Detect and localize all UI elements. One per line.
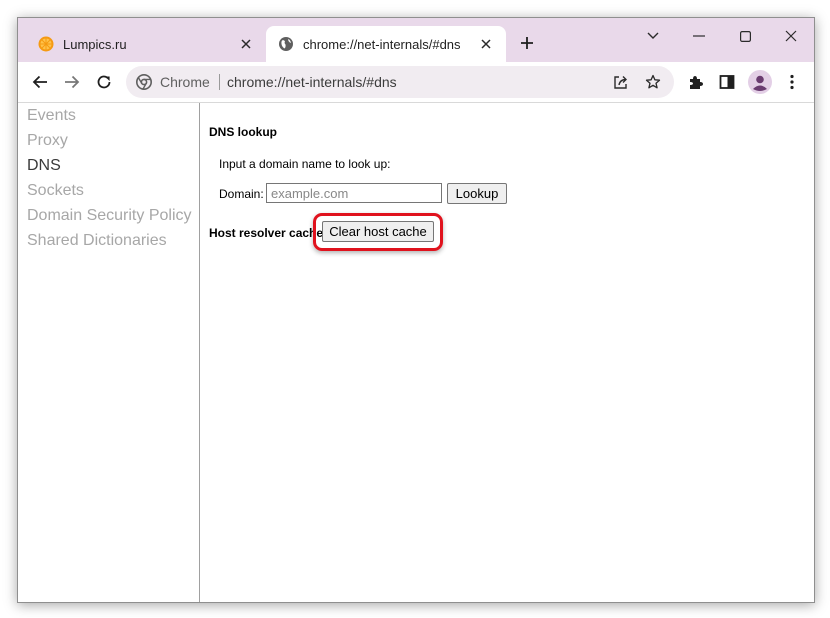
chrome-logo-icon: [136, 74, 152, 90]
net-internals-sidebar: Events Proxy DNS Sockets Domain Security…: [18, 103, 200, 602]
host-resolver-cache-heading: Host resolver cache: [209, 226, 324, 240]
sidebar-item-proxy[interactable]: Proxy: [27, 132, 68, 150]
address-bar[interactable]: Chrome chrome://net-internals/#dns: [126, 66, 674, 98]
lookup-prompt: Input a domain name to look up:: [219, 157, 391, 171]
sidebar-item-sockets[interactable]: Sockets: [27, 182, 84, 200]
domain-label: Domain:: [219, 187, 264, 201]
share-icon[interactable]: [612, 73, 630, 91]
tab-search-chevron-icon[interactable]: [630, 22, 676, 50]
close-tab-icon[interactable]: [476, 34, 496, 54]
close-tab-icon[interactable]: [236, 34, 256, 54]
extensions-puzzle-icon[interactable]: [682, 68, 710, 96]
url-text[interactable]: chrome://net-internals/#dns: [227, 74, 397, 90]
tab-title: Lumpics.ru: [63, 36, 127, 52]
menu-kebab-icon[interactable]: [778, 68, 806, 96]
forward-arrow-icon[interactable]: [58, 68, 86, 96]
omnibox-divider: [219, 74, 220, 90]
tab-lumpics[interactable]: Lumpics.ru: [26, 26, 266, 62]
domain-input[interactable]: [266, 183, 442, 203]
sidebar-item-events[interactable]: Events: [27, 107, 76, 125]
close-window-icon[interactable]: [768, 22, 814, 50]
sidebar-item-domain-security-policy[interactable]: Domain Security Policy: [27, 207, 192, 225]
profile-avatar-icon[interactable]: [746, 68, 774, 96]
bookmark-star-icon[interactable]: [644, 73, 662, 91]
browser-window: Lumpics.ru chrome://net-internals/#dns C…: [17, 17, 815, 603]
sidebar-item-shared-dictionaries[interactable]: Shared Dictionaries: [27, 232, 167, 250]
side-panel-icon[interactable]: [713, 68, 741, 96]
sidebar-item-dns[interactable]: DNS: [27, 157, 61, 175]
minimize-icon[interactable]: [676, 22, 722, 50]
reload-icon[interactable]: [90, 68, 118, 96]
back-arrow-icon[interactable]: [26, 68, 54, 96]
orange-slice-icon: [38, 36, 54, 52]
secure-scheme-label: Chrome: [160, 74, 210, 90]
maximize-icon[interactable]: [722, 22, 768, 50]
tab-net-internals[interactable]: chrome://net-internals/#dns: [266, 26, 506, 62]
dns-panel: DNS lookup Input a domain name to look u…: [200, 103, 814, 602]
tab-strip: Lumpics.ru chrome://net-internals/#dns: [18, 18, 814, 62]
tab-title: chrome://net-internals/#dns: [303, 36, 461, 52]
globe-icon: [278, 36, 294, 52]
clear-host-cache-button[interactable]: Clear host cache: [322, 221, 434, 242]
browser-toolbar: Chrome chrome://net-internals/#dns: [18, 62, 814, 103]
lookup-button[interactable]: Lookup: [447, 183, 507, 204]
dns-lookup-heading: DNS lookup: [209, 125, 277, 139]
new-tab-icon[interactable]: [516, 32, 538, 54]
